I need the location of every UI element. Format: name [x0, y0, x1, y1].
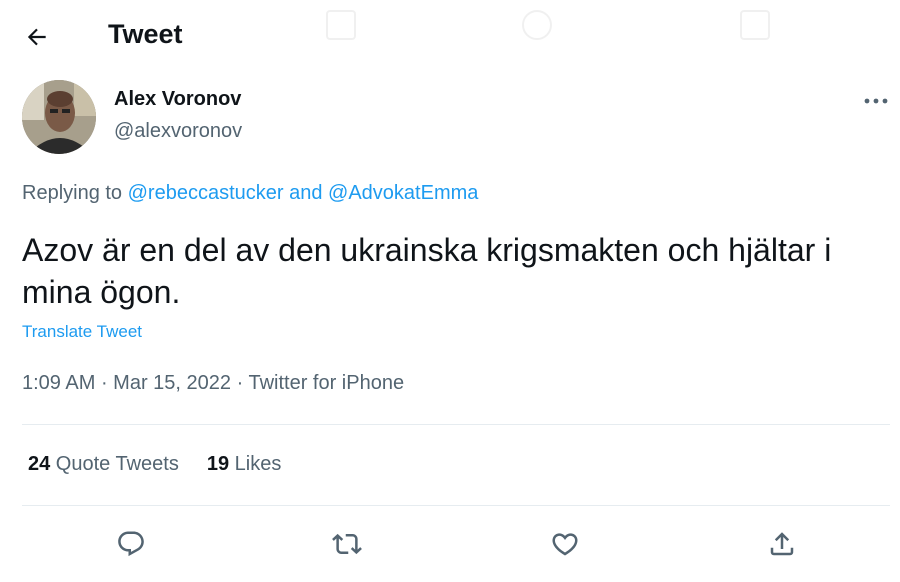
replying-to: Replying to @rebeccastucker and @Advokat… [22, 182, 478, 205]
like-count: 19 [206, 453, 230, 475]
engagement-stats: 24 Quote Tweets 19 Likes [28, 453, 309, 476]
divider [22, 424, 890, 425]
quote-count: 24 [28, 453, 51, 475]
retweet-button[interactable] [327, 524, 367, 564]
back-button[interactable] [18, 18, 56, 56]
replying-to-prefix: Replying to [22, 182, 128, 204]
tweet-metadata: 1:09 AM · Mar 15, 2022 · Twitter for iPh… [22, 372, 404, 395]
more-dots-icon [864, 98, 888, 104]
tweet-time[interactable]: 1:09 AM [22, 372, 95, 394]
quote-label: Quote Tweets [50, 453, 179, 475]
meta-separator: · [95, 372, 114, 394]
tweet-text: Azov är en del av den ukrainska krigsmak… [22, 232, 832, 310]
reply-icon [118, 531, 144, 557]
author-handle[interactable]: @alexvoronov [114, 120, 242, 143]
more-options-button[interactable] [862, 92, 890, 110]
reply-user-link[interactable]: @rebeccastucker [128, 182, 284, 204]
like-button[interactable] [545, 524, 585, 564]
avatar[interactable] [22, 80, 96, 154]
likes-link[interactable]: 19 Likes [207, 453, 282, 476]
ghost-icon [326, 10, 356, 40]
retweet-icon [332, 533, 362, 555]
tweet-client-link[interactable]: Twitter for iPhone [248, 372, 404, 394]
divider [22, 505, 890, 506]
reply-button[interactable] [111, 524, 151, 564]
like-label: Likes [229, 453, 282, 475]
author-display-name[interactable]: Alex Voronov [114, 88, 241, 111]
like-icon [552, 533, 578, 556]
ghost-icon [740, 10, 770, 40]
ghost-icon [522, 10, 552, 40]
reply-conjunction[interactable]: and [284, 182, 328, 204]
tweet-date[interactable]: Mar 15, 2022 [113, 372, 231, 394]
reply-user-link[interactable]: @AdvokatEmma [328, 182, 478, 204]
share-icon [770, 532, 794, 556]
translate-tweet-link[interactable]: Translate Tweet [22, 322, 142, 342]
arrow-left-icon [27, 28, 46, 46]
share-button[interactable] [762, 524, 802, 564]
meta-separator: · [231, 372, 249, 394]
avatar-photo-icon [22, 80, 96, 154]
top-bar: Tweet [0, 0, 900, 72]
page-title: Tweet [108, 19, 183, 49]
quote-tweets-link[interactable]: 24 Quote Tweets [28, 453, 179, 476]
